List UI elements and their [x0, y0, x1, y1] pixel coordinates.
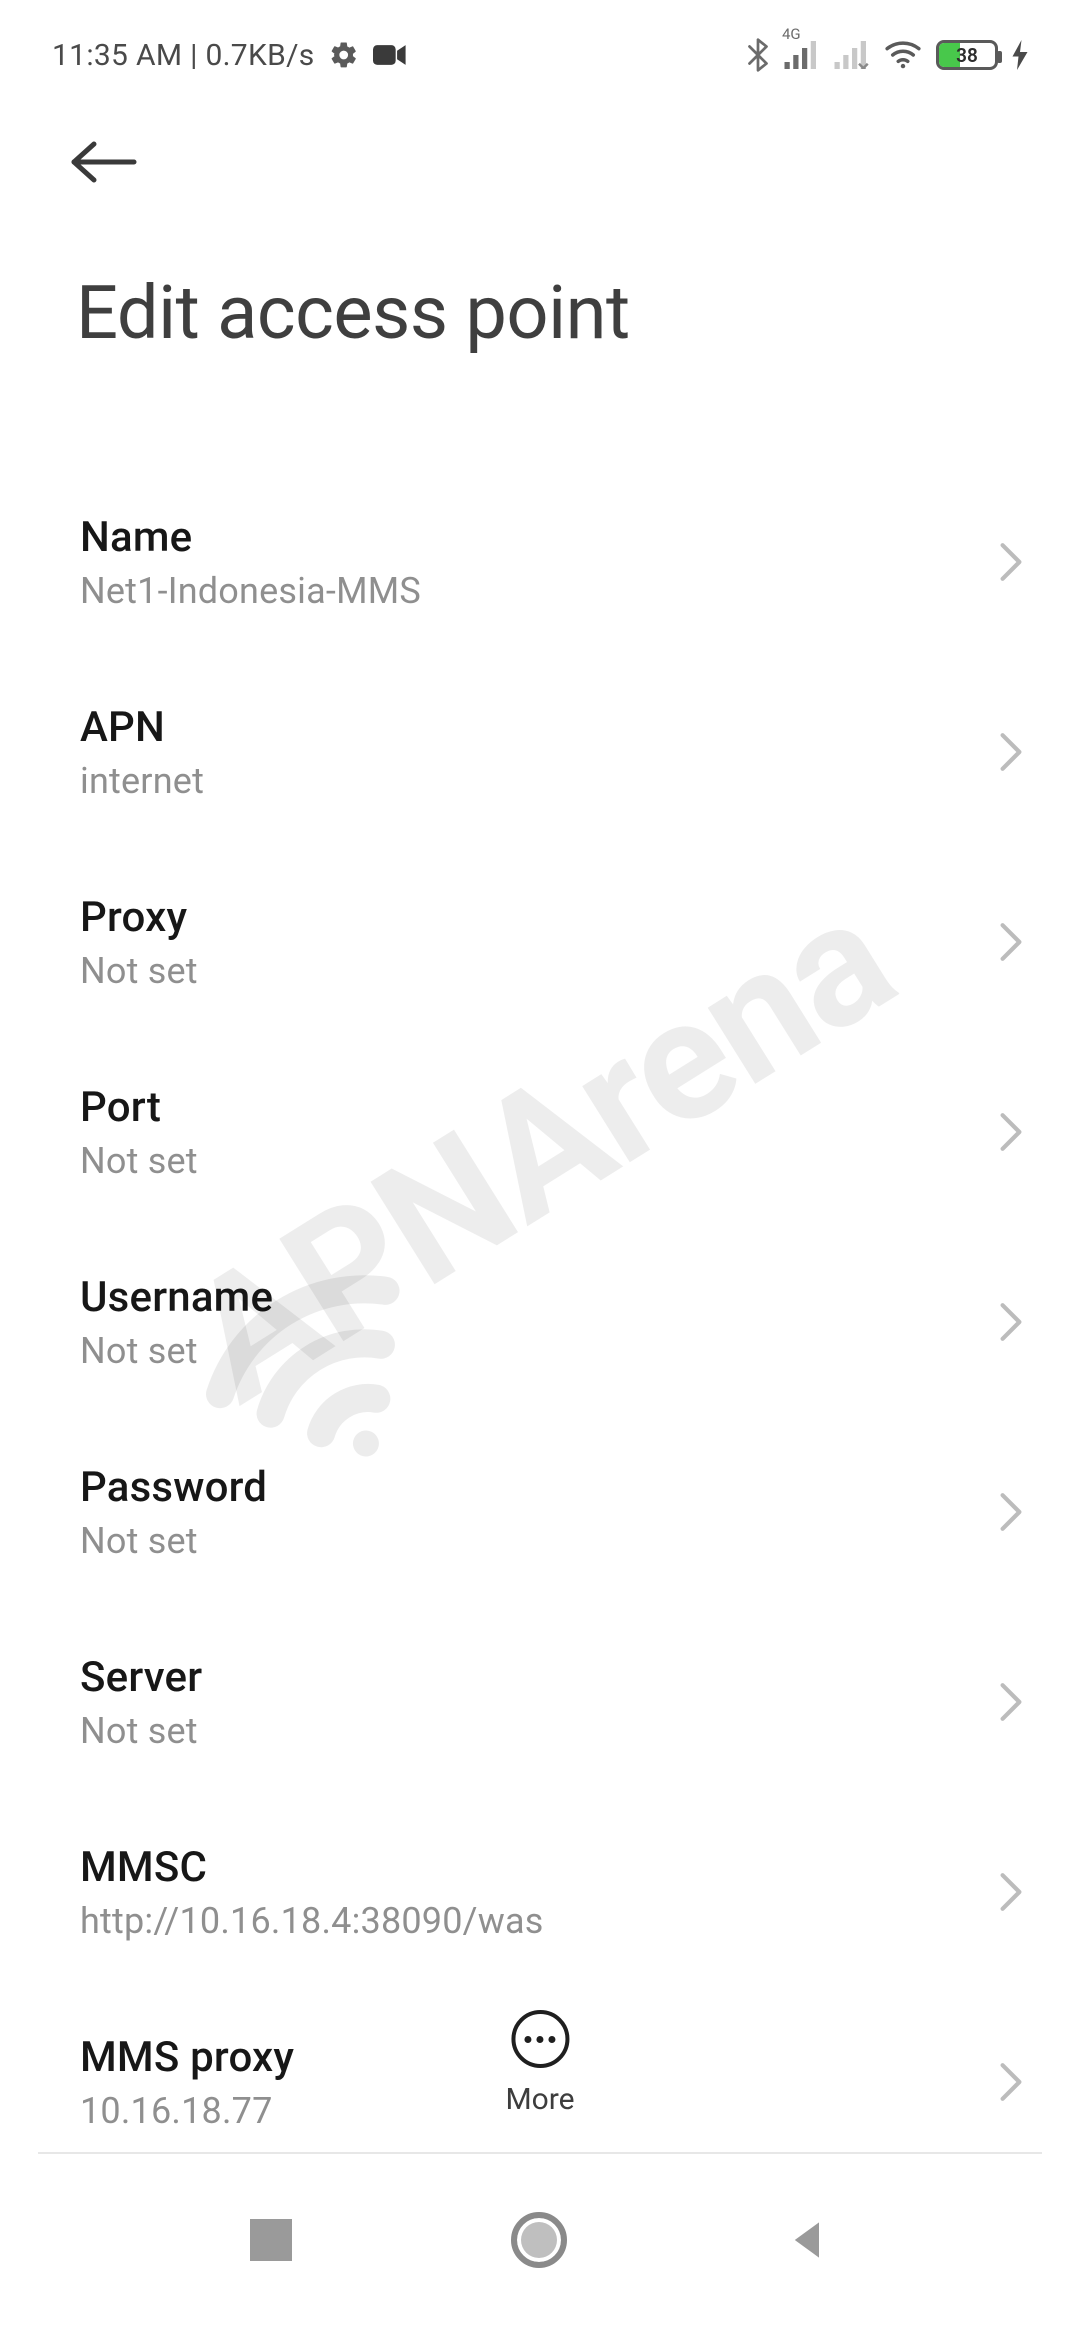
more-label: More	[505, 2082, 574, 2117]
status-time: 11:35 AM | 0.7KB/s	[52, 38, 315, 73]
row-label: Username	[80, 1273, 273, 1322]
row-label: Server	[80, 1653, 202, 1702]
row-label: Name	[80, 513, 421, 562]
chevron-right-icon	[998, 1681, 1024, 1723]
chevron-right-icon	[998, 2061, 1024, 2103]
bottom-divider	[38, 2152, 1042, 2154]
row-username[interactable]: Username Not set	[0, 1227, 1080, 1417]
system-nav-bar	[0, 2180, 1080, 2300]
chevron-right-icon	[998, 541, 1024, 583]
row-label: Port	[80, 1083, 198, 1132]
row-label: MMS proxy	[80, 2033, 294, 2082]
battery-icon: 38	[936, 40, 998, 70]
nav-home-button[interactable]	[511, 2212, 567, 2268]
row-value: internet	[80, 760, 204, 802]
more-ellipsis-icon	[511, 2010, 569, 2068]
row-proxy[interactable]: Proxy Not set	[0, 847, 1080, 1037]
more-button[interactable]: More	[505, 2010, 574, 2117]
row-apn[interactable]: APN internet	[0, 657, 1080, 847]
status-left: 11:35 AM | 0.7KB/s	[52, 38, 407, 73]
row-label: MMSC	[80, 1843, 544, 1892]
charging-bolt-icon	[1012, 40, 1028, 70]
nav-recents-button[interactable]	[250, 2219, 292, 2261]
back-button[interactable]	[0, 80, 1080, 190]
arrow-left-icon	[70, 138, 138, 186]
page-title: Edit access point	[0, 190, 1080, 357]
chevron-right-icon	[998, 1491, 1024, 1533]
row-label: Proxy	[80, 893, 198, 942]
row-value: Net1-Indonesia-MMS	[80, 570, 421, 612]
row-value: Not set	[80, 1710, 202, 1752]
chevron-right-icon	[998, 731, 1024, 773]
row-value: Not set	[80, 950, 198, 992]
signal-1-label: 4G	[782, 25, 801, 43]
row-value: 10.16.18.77	[80, 2090, 294, 2132]
row-value: Not set	[80, 1140, 198, 1182]
settings-list: Name Net1-Indonesia-MMS APN internet Pro…	[0, 357, 1080, 2177]
row-server[interactable]: Server Not set	[0, 1607, 1080, 1797]
row-port[interactable]: Port Not set	[0, 1037, 1080, 1227]
row-name[interactable]: Name Net1-Indonesia-MMS	[0, 467, 1080, 657]
status-time-value: 11:35 AM	[52, 38, 182, 73]
status-separator: |	[190, 38, 205, 73]
row-password[interactable]: Password Not set	[0, 1417, 1080, 1607]
bluetooth-icon	[746, 38, 770, 72]
row-mmsc[interactable]: MMSC http://10.16.18.4:38090/was	[0, 1797, 1080, 1987]
chevron-right-icon	[998, 1111, 1024, 1153]
chevron-right-icon	[998, 1301, 1024, 1343]
nav-back-button[interactable]	[786, 2218, 830, 2262]
chevron-right-icon	[998, 921, 1024, 963]
chevron-right-icon	[998, 1871, 1024, 1913]
row-label: Password	[80, 1463, 267, 1512]
status-bar: 11:35 AM | 0.7KB/s 4G 38	[0, 0, 1080, 80]
row-label: APN	[80, 703, 204, 752]
row-value: Not set	[80, 1520, 267, 1562]
row-value: Not set	[80, 1330, 273, 1372]
status-right: 4G 38	[746, 38, 1028, 72]
wifi-icon	[884, 40, 922, 70]
row-value: http://10.16.18.4:38090/was	[80, 1900, 544, 1942]
settings-gear-icon	[329, 40, 359, 70]
signal-2-icon	[834, 41, 870, 69]
signal-1-icon: 4G	[784, 41, 820, 69]
video-camera-icon	[373, 43, 407, 67]
status-netspeed: 0.7KB/s	[205, 38, 314, 73]
battery-pct: 38	[939, 44, 995, 67]
